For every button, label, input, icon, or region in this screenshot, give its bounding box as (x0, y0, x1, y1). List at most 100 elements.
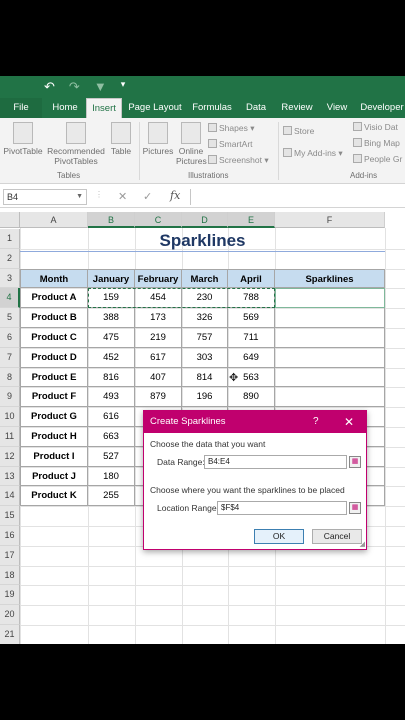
product-cell[interactable]: Product G (20, 407, 88, 427)
row-header-1[interactable]: 1 (0, 229, 20, 249)
data-cell[interactable]: 617 (135, 347, 182, 368)
row-header-14[interactable]: 14 (0, 486, 20, 507)
data-cell[interactable]: 452 (88, 347, 135, 368)
tab-developer[interactable]: Developer (356, 98, 405, 118)
pictures-button[interactable]: Pictures (141, 122, 175, 156)
data-cell[interactable]: 388 (88, 308, 135, 328)
row-header-3[interactable]: 3 (0, 268, 20, 289)
data-cell[interactable]: 616 (88, 407, 135, 427)
tab-view[interactable]: View (320, 98, 354, 118)
data-cell[interactable]: 569 (228, 308, 275, 328)
header-cell[interactable]: Month (20, 268, 88, 289)
data-cell[interactable]: 527 (88, 446, 135, 467)
location-range-input[interactable]: $F$4 (217, 501, 347, 515)
product-cell[interactable]: Product K (20, 486, 88, 507)
data-cell[interactable]: 180 (88, 466, 135, 487)
tab-insert[interactable]: Insert (86, 98, 122, 118)
column-header-c[interactable]: C (135, 212, 182, 228)
product-cell[interactable]: Product A (20, 288, 88, 309)
tab-formulas[interactable]: Formulas (188, 98, 236, 118)
data-cell[interactable]: 649 (228, 347, 275, 368)
chevron-down-icon[interactable]: ▼ (76, 190, 83, 204)
row-header-12[interactable]: 12 (0, 446, 20, 467)
header-cell[interactable]: February (135, 268, 182, 289)
store-button[interactable]: Store (283, 126, 314, 136)
row-header-8[interactable]: 8 (0, 367, 20, 388)
row-header-7[interactable]: 7 (0, 347, 20, 368)
product-cell[interactable]: Product J (20, 466, 88, 487)
column-header-d[interactable]: D (182, 212, 228, 228)
data-cell[interactable]: 255 (88, 486, 135, 507)
product-cell[interactable]: Product H (20, 427, 88, 447)
row-header-19[interactable]: 19 (0, 585, 20, 606)
tab-file[interactable]: File (0, 98, 42, 118)
data-cell[interactable] (275, 328, 385, 348)
resize-grip-icon[interactable]: ◢ (360, 540, 365, 548)
ok-button[interactable]: OK (254, 529, 304, 544)
column-header-f[interactable]: F (275, 212, 385, 228)
tab-home[interactable]: Home (44, 98, 86, 118)
data-cell[interactable]: 493 (88, 387, 135, 408)
undo-icon[interactable]: ↶ (44, 79, 55, 95)
tab-data[interactable]: Data (238, 98, 274, 118)
row-header-17[interactable]: 17 (0, 545, 20, 566)
header-cell[interactable]: April (228, 268, 275, 289)
column-header-e[interactable]: E (228, 212, 275, 228)
data-cell[interactable]: 407 (135, 367, 182, 388)
data-cell[interactable]: 757 (182, 328, 228, 348)
row-header-13[interactable]: 13 (0, 466, 20, 487)
row-header-10[interactable]: 10 (0, 407, 20, 427)
people-graph-button[interactable]: People Gr (353, 154, 402, 164)
data-cell[interactable]: 196 (182, 387, 228, 408)
product-cell[interactable]: Product C (20, 328, 88, 348)
my-addins-button[interactable]: My Add-ins ▾ (283, 148, 343, 159)
customize-icon[interactable]: ▾ (121, 79, 126, 95)
row-header-11[interactable]: 11 (0, 427, 20, 447)
row-header-4[interactable]: 4 (0, 288, 20, 309)
product-cell[interactable]: Product I (20, 446, 88, 467)
row-header-6[interactable]: 6 (0, 328, 20, 348)
product-cell[interactable]: Product D (20, 347, 88, 368)
shapes-button[interactable]: Shapes ▾ (208, 123, 254, 134)
data-cell[interactable]: 326 (182, 308, 228, 328)
row-header-16[interactable]: 16 (0, 526, 20, 546)
product-cell[interactable]: Product F (20, 387, 88, 408)
data-cell[interactable]: 303 (182, 347, 228, 368)
tab-review[interactable]: Review (276, 98, 318, 118)
header-cell[interactable]: Sparklines (275, 268, 385, 289)
column-header-a[interactable]: A (20, 212, 88, 228)
enter-formula-icon[interactable]: ✓ (143, 190, 152, 203)
data-cell[interactable]: 711 (228, 328, 275, 348)
row-header-9[interactable]: 9 (0, 387, 20, 408)
header-cell[interactable]: January (88, 268, 135, 289)
column-header-b[interactable]: B (88, 212, 135, 228)
visio-button[interactable]: Visio Dat (353, 122, 398, 132)
data-cell[interactable]: 890 (228, 387, 275, 408)
data-cell[interactable] (275, 347, 385, 368)
row-header-21[interactable]: 21 (0, 625, 20, 644)
data-cell[interactable]: 219 (135, 328, 182, 348)
range-picker-icon[interactable]: ▦ (349, 456, 361, 468)
header-cell[interactable]: March (182, 268, 228, 289)
select-all-corner[interactable] (0, 212, 20, 228)
bing-maps-button[interactable]: Bing Map (353, 138, 400, 148)
recommended-pivottables-button[interactable]: Recommended PivotTables (46, 122, 106, 166)
smartart-button[interactable]: SmartArt (208, 139, 253, 149)
data-cell[interactable]: 173 (135, 308, 182, 328)
product-cell[interactable]: Product B (20, 308, 88, 328)
cancel-formula-icon[interactable]: ✕ (118, 190, 127, 203)
sheet-title[interactable]: Sparklines (20, 229, 385, 252)
data-cell[interactable]: 816 (88, 367, 135, 388)
insert-function-icon[interactable]: fx (170, 189, 180, 202)
redo-icon[interactable]: ↷ (69, 79, 80, 95)
row-header-18[interactable]: 18 (0, 565, 20, 586)
cancel-button[interactable]: Cancel (312, 529, 362, 544)
row-header-2[interactable]: 2 (0, 248, 20, 269)
formula-input[interactable] (190, 189, 405, 205)
filter-icon[interactable]: ▼ (94, 79, 107, 95)
product-cell[interactable]: Product E (20, 367, 88, 388)
table-button[interactable]: Table (108, 122, 134, 156)
data-cell[interactable]: 475 (88, 328, 135, 348)
screenshot-button[interactable]: Screenshot ▾ (208, 155, 269, 166)
help-icon[interactable]: ? (313, 411, 319, 433)
